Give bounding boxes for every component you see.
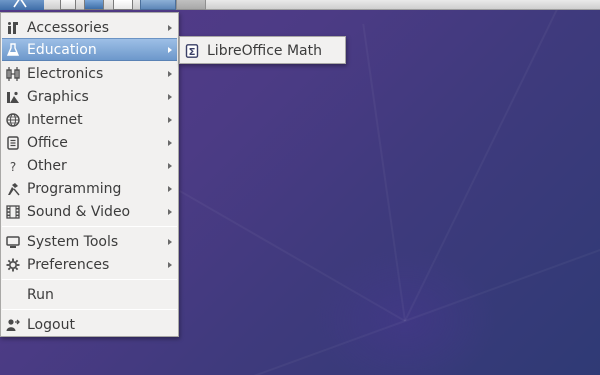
menu-item-system-tools[interactable]: System Tools	[2, 230, 177, 253]
menu-launcher-button[interactable]	[0, 0, 44, 10]
menu-item-label: Office	[27, 134, 68, 151]
svg-text:Σ: Σ	[189, 47, 196, 58]
menu-item-label: Logout	[27, 316, 75, 333]
education-submenu: Σ LibreOffice Math	[179, 36, 346, 64]
monitor-icon	[6, 235, 20, 249]
menu-item-education[interactable]: Education	[2, 38, 177, 61]
graphics-icon	[6, 90, 20, 104]
electronics-icon	[6, 66, 20, 81]
menu-item-internet[interactable]: Internet	[2, 108, 177, 131]
menu-item-programming[interactable]: Programming	[2, 177, 177, 200]
internet-icon	[6, 112, 20, 127]
submenu-arrow-icon	[168, 46, 172, 53]
distro-logo-icon	[13, 0, 27, 8]
menu-item-electronics[interactable]: Electronics	[2, 62, 177, 85]
file-manager-launcher-icon[interactable]	[60, 0, 76, 10]
network-launcher-icon[interactable]	[84, 0, 104, 10]
menu-item-run[interactable]: Run	[2, 283, 177, 306]
top-panel	[0, 0, 600, 10]
wallpaper-streak	[404, 231, 600, 322]
film-icon	[6, 204, 20, 219]
submenu-arrow-icon	[168, 70, 172, 77]
submenu-item-libreoffice-math[interactable]: Σ LibreOffice Math	[180, 39, 345, 62]
submenu-arrow-icon	[168, 116, 172, 123]
menu-item-label: Other	[27, 157, 67, 174]
terminal-launcher-icon[interactable]	[113, 0, 133, 10]
menu-item-label: Programming	[27, 180, 122, 197]
education-icon	[6, 42, 20, 57]
gear-icon	[6, 258, 20, 272]
submenu-arrow-icon	[168, 238, 172, 245]
menu-item-graphics[interactable]: Graphics	[2, 85, 177, 108]
menu-item-label: System Tools	[27, 233, 119, 250]
menu-separator	[2, 279, 177, 280]
submenu-arrow-icon	[168, 261, 172, 268]
menu-item-label: Internet	[27, 111, 83, 128]
submenu-arrow-icon	[168, 185, 172, 192]
menu-item-logout[interactable]: Logout	[2, 313, 177, 336]
menu-item-label: Preferences	[27, 256, 110, 273]
wallpaper-streak	[362, 23, 406, 322]
menu-item-label: Run	[27, 286, 54, 303]
menu-separator	[2, 309, 177, 310]
taskbar-window-button[interactable]	[176, 0, 206, 10]
libreoffice-math-icon: Σ	[185, 43, 199, 58]
logout-icon	[6, 318, 20, 332]
submenu-item-label: LibreOffice Math	[207, 42, 322, 59]
svg-text:?: ?	[10, 160, 16, 173]
menu-item-other[interactable]: ? Other	[2, 154, 177, 177]
menu-item-office[interactable]: Office	[2, 131, 177, 154]
question-icon: ?	[6, 159, 20, 173]
wallpaper-streak	[179, 190, 406, 322]
programming-icon	[6, 182, 20, 196]
menu-item-label: Sound & Video	[27, 203, 131, 220]
accessories-icon	[6, 21, 20, 35]
menu-item-label: Electronics	[27, 65, 104, 82]
submenu-arrow-icon	[168, 139, 172, 146]
menu-item-label: Graphics	[27, 88, 89, 105]
submenu-arrow-icon	[168, 162, 172, 169]
taskbar-window-button[interactable]	[140, 0, 176, 10]
menu-item-label: Accessories	[27, 19, 110, 36]
menu-item-label: Education	[27, 41, 97, 58]
menu-item-preferences[interactable]: Preferences	[2, 253, 177, 276]
applications-menu: Accessories Education Electronics Graphi…	[0, 12, 179, 337]
submenu-arrow-icon	[168, 208, 172, 215]
wallpaper-streak	[404, 0, 564, 322]
wallpaper-streak	[216, 320, 406, 375]
menu-item-accessories[interactable]: Accessories	[2, 16, 177, 39]
menu-separator	[2, 226, 177, 227]
office-icon	[6, 135, 20, 150]
submenu-arrow-icon	[168, 93, 172, 100]
menu-item-sound-video[interactable]: Sound & Video	[2, 200, 177, 223]
submenu-arrow-icon	[168, 24, 172, 31]
